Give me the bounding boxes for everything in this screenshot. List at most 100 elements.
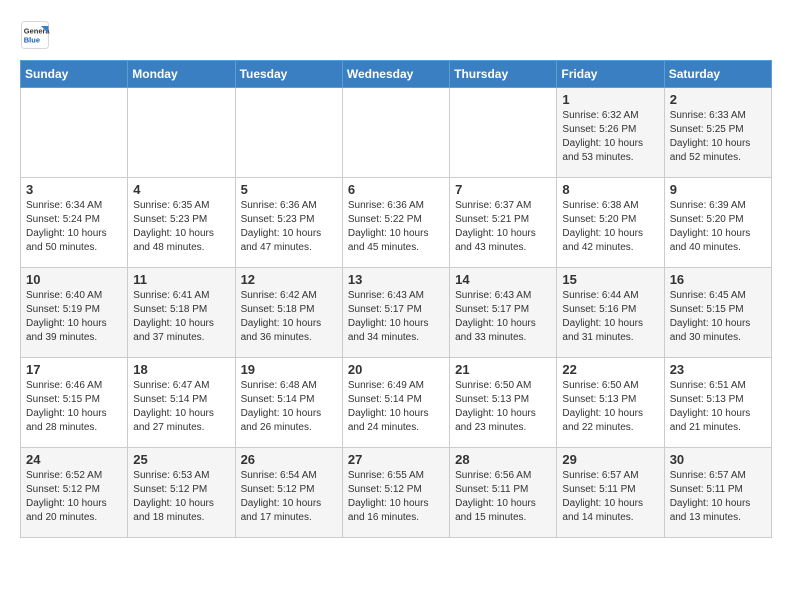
day-info: Sunrise: 6:57 AM Sunset: 5:11 PM Dayligh… <box>562 469 658 525</box>
day-info: Sunrise: 6:48 AM Sunset: 5:14 PM Dayligh… <box>241 379 337 435</box>
day-number: 19 <box>241 362 337 377</box>
day-number: 18 <box>133 362 229 377</box>
calendar-cell: 9 Sunrise: 6:39 AM Sunset: 5:20 PM Daylig… <box>664 178 771 268</box>
day-info: Sunrise: 6:54 AM Sunset: 5:12 PM Dayligh… <box>241 469 337 525</box>
day-info: Sunrise: 6:53 AM Sunset: 5:12 PM Dayligh… <box>133 469 229 525</box>
calendar-cell: 10 Sunrise: 6:40 AM Sunset: 5:19 PM Dayli… <box>21 268 128 358</box>
calendar-cell: 12 Sunrise: 6:42 AM Sunset: 5:18 PM Dayli… <box>235 268 342 358</box>
day-info: Sunrise: 6:38 AM Sunset: 5:20 PM Dayligh… <box>562 199 658 255</box>
day-number: 5 <box>241 182 337 197</box>
day-number: 25 <box>133 452 229 467</box>
calendar-cell: 15 Sunrise: 6:44 AM Sunset: 5:16 PM Dayli… <box>557 268 664 358</box>
calendar-cell <box>21 88 128 178</box>
day-number: 23 <box>670 362 766 377</box>
calendar-cell: 21 Sunrise: 6:50 AM Sunset: 5:13 PM Dayli… <box>450 358 557 448</box>
weekday-header-wednesday: Wednesday <box>342 61 449 88</box>
day-number: 2 <box>670 92 766 107</box>
day-number: 6 <box>348 182 444 197</box>
calendar-cell: 26 Sunrise: 6:54 AM Sunset: 5:12 PM Dayli… <box>235 448 342 538</box>
calendar-cell: 7 Sunrise: 6:37 AM Sunset: 5:21 PM Daylig… <box>450 178 557 268</box>
calendar-cell: 8 Sunrise: 6:38 AM Sunset: 5:20 PM Daylig… <box>557 178 664 268</box>
week-row-1: 1 Sunrise: 6:32 AM Sunset: 5:26 PM Daylig… <box>21 88 772 178</box>
calendar-cell: 11 Sunrise: 6:41 AM Sunset: 5:18 PM Dayli… <box>128 268 235 358</box>
day-number: 26 <box>241 452 337 467</box>
calendar-cell: 22Sunrise: 6:50 AM Sunset: 5:13 PM Dayli… <box>557 358 664 448</box>
day-info: Sunrise: 6:36 AM Sunset: 5:22 PM Dayligh… <box>348 199 444 255</box>
day-number: 17 <box>26 362 122 377</box>
day-info: Sunrise: 6:36 AM Sunset: 5:23 PM Dayligh… <box>241 199 337 255</box>
week-row-4: 17 Sunrise: 6:46 AM Sunset: 5:15 PM Dayli… <box>21 358 772 448</box>
calendar-cell: 5 Sunrise: 6:36 AM Sunset: 5:23 PM Daylig… <box>235 178 342 268</box>
day-info: Sunrise: 6:43 AM Sunset: 5:17 PM Dayligh… <box>455 289 551 345</box>
day-number: 11 <box>133 272 229 287</box>
calendar-cell: 13Sunrise: 6:43 AM Sunset: 5:17 PM Dayli… <box>342 268 449 358</box>
day-info: Sunrise: 6:34 AM Sunset: 5:24 PM Dayligh… <box>26 199 122 255</box>
calendar-cell: 4 Sunrise: 6:35 AM Sunset: 5:23 PM Daylig… <box>128 178 235 268</box>
day-number: 4 <box>133 182 229 197</box>
day-info: Sunrise: 6:40 AM Sunset: 5:19 PM Dayligh… <box>26 289 122 345</box>
day-number: 3 <box>26 182 122 197</box>
weekday-header-thursday: Thursday <box>450 61 557 88</box>
day-info: Sunrise: 6:41 AM Sunset: 5:18 PM Dayligh… <box>133 289 229 345</box>
day-number: 12 <box>241 272 337 287</box>
day-info: Sunrise: 6:50 AM Sunset: 5:13 PM Dayligh… <box>455 379 551 435</box>
svg-text:Blue: Blue <box>24 36 40 45</box>
day-number: 7 <box>455 182 551 197</box>
day-number: 10 <box>26 272 122 287</box>
week-row-5: 24 Sunrise: 6:52 AM Sunset: 5:12 PM Dayli… <box>21 448 772 538</box>
weekday-header-monday: Monday <box>128 61 235 88</box>
day-info: Sunrise: 6:47 AM Sunset: 5:14 PM Dayligh… <box>133 379 229 435</box>
day-number: 20 <box>348 362 444 377</box>
day-info: Sunrise: 6:37 AM Sunset: 5:21 PM Dayligh… <box>455 199 551 255</box>
day-info: Sunrise: 6:50 AM Sunset: 5:13 PM Dayligh… <box>562 379 658 435</box>
weekday-header-friday: Friday <box>557 61 664 88</box>
day-number: 14 <box>455 272 551 287</box>
day-number: 9 <box>670 182 766 197</box>
day-info: Sunrise: 6:32 AM Sunset: 5:26 PM Dayligh… <box>562 109 658 165</box>
calendar-cell: 18 Sunrise: 6:47 AM Sunset: 5:14 PM Dayli… <box>128 358 235 448</box>
calendar-cell: 24 Sunrise: 6:52 AM Sunset: 5:12 PM Dayli… <box>21 448 128 538</box>
day-number: 15 <box>562 272 658 287</box>
calendar-cell <box>342 88 449 178</box>
week-row-2: 3 Sunrise: 6:34 AM Sunset: 5:24 PM Daylig… <box>21 178 772 268</box>
day-info: Sunrise: 6:46 AM Sunset: 5:15 PM Dayligh… <box>26 379 122 435</box>
calendar-cell <box>128 88 235 178</box>
day-info: Sunrise: 6:35 AM Sunset: 5:23 PM Dayligh… <box>133 199 229 255</box>
day-number: 21 <box>455 362 551 377</box>
day-info: Sunrise: 6:51 AM Sunset: 5:13 PM Dayligh… <box>670 379 766 435</box>
calendar-cell <box>235 88 342 178</box>
calendar-cell: 16Sunrise: 6:45 AM Sunset: 5:15 PM Dayli… <box>664 268 771 358</box>
day-number: 13 <box>348 272 444 287</box>
weekday-header-tuesday: Tuesday <box>235 61 342 88</box>
calendar-cell: 1 Sunrise: 6:32 AM Sunset: 5:26 PM Daylig… <box>557 88 664 178</box>
day-number: 27 <box>348 452 444 467</box>
day-number: 1 <box>562 92 658 107</box>
day-number: 8 <box>562 182 658 197</box>
calendar-table: SundayMondayTuesdayWednesdayThursdayFrid… <box>20 60 772 538</box>
day-info: Sunrise: 6:57 AM Sunset: 5:11 PM Dayligh… <box>670 469 766 525</box>
week-row-3: 10 Sunrise: 6:40 AM Sunset: 5:19 PM Dayli… <box>21 268 772 358</box>
calendar-cell: 19 Sunrise: 6:48 AM Sunset: 5:14 PM Dayli… <box>235 358 342 448</box>
day-info: Sunrise: 6:49 AM Sunset: 5:14 PM Dayligh… <box>348 379 444 435</box>
day-info: Sunrise: 6:45 AM Sunset: 5:15 PM Dayligh… <box>670 289 766 345</box>
header: General Blue <box>20 20 772 50</box>
day-info: Sunrise: 6:55 AM Sunset: 5:12 PM Dayligh… <box>348 469 444 525</box>
calendar-cell: 27 Sunrise: 6:55 AM Sunset: 5:12 PM Dayli… <box>342 448 449 538</box>
calendar-cell: 29 Sunrise: 6:57 AM Sunset: 5:11 PM Dayli… <box>557 448 664 538</box>
calendar-cell: 14 Sunrise: 6:43 AM Sunset: 5:17 PM Dayli… <box>450 268 557 358</box>
day-number: 29 <box>562 452 658 467</box>
weekday-header-sunday: Sunday <box>21 61 128 88</box>
day-info: Sunrise: 6:39 AM Sunset: 5:20 PM Dayligh… <box>670 199 766 255</box>
calendar-cell <box>450 88 557 178</box>
calendar-cell: 28 Sunrise: 6:56 AM Sunset: 5:11 PM Dayli… <box>450 448 557 538</box>
day-info: Sunrise: 6:56 AM Sunset: 5:11 PM Dayligh… <box>455 469 551 525</box>
weekday-header-saturday: Saturday <box>664 61 771 88</box>
day-number: 28 <box>455 452 551 467</box>
day-info: Sunrise: 6:33 AM Sunset: 5:25 PM Dayligh… <box>670 109 766 165</box>
day-number: 24 <box>26 452 122 467</box>
day-info: Sunrise: 6:42 AM Sunset: 5:18 PM Dayligh… <box>241 289 337 345</box>
calendar-cell: 6 Sunrise: 6:36 AM Sunset: 5:22 PM Daylig… <box>342 178 449 268</box>
calendar-cell: 17 Sunrise: 6:46 AM Sunset: 5:15 PM Dayli… <box>21 358 128 448</box>
day-info: Sunrise: 6:52 AM Sunset: 5:12 PM Dayligh… <box>26 469 122 525</box>
day-info: Sunrise: 6:44 AM Sunset: 5:16 PM Dayligh… <box>562 289 658 345</box>
